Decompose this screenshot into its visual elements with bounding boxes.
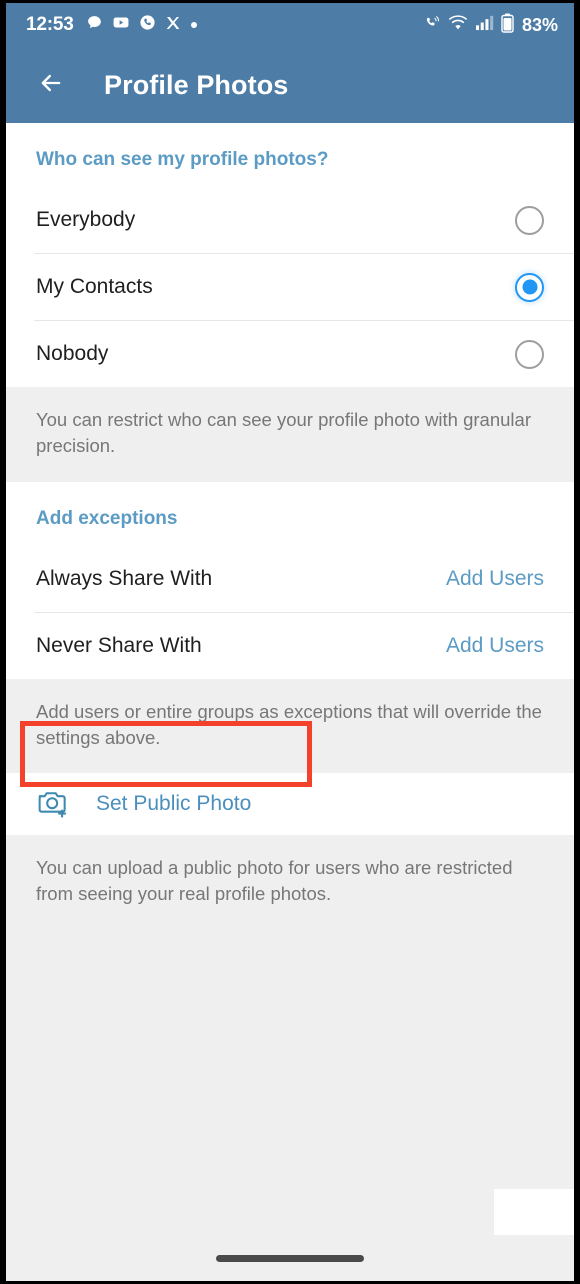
status-bar: 12:53 83% (6, 3, 574, 47)
back-button[interactable] (30, 64, 72, 106)
set-public-photo-label: Set Public Photo (96, 792, 252, 816)
row-label: Always Share With (36, 566, 213, 590)
battery-icon (501, 13, 514, 38)
phone-circle-icon (139, 14, 156, 36)
option-label: Nobody (36, 342, 109, 365)
exceptions-hint: Add users or entire groups as exceptions… (6, 678, 574, 774)
exceptions-card: Add exceptions Always Share With Add Use… (6, 481, 574, 679)
radio-my-contacts[interactable] (515, 272, 544, 302)
status-bar-left: 12:53 (26, 14, 422, 36)
wifi-icon (448, 14, 468, 36)
radio-everybody[interactable] (515, 205, 544, 235)
option-row-everybody[interactable]: Everybody (6, 187, 574, 253)
radio-nobody[interactable] (515, 339, 544, 369)
add-users-link-never[interactable]: Add Users (446, 634, 544, 658)
option-row-my-contacts[interactable]: My Contacts (6, 254, 574, 320)
option-label: My Contacts (36, 275, 153, 298)
gesture-home-bar[interactable] (216, 1254, 364, 1262)
visibility-hint: You can restrict who can see your profil… (6, 387, 574, 482)
set-public-photo-row[interactable]: Set Public Photo (6, 773, 574, 836)
gesture-navigation-area (6, 1235, 574, 1281)
row-never-share-with[interactable]: Never Share With Add Users (6, 612, 574, 679)
settings-content: Who can see my profile photos? Everybody… (6, 123, 574, 1281)
exceptions-section-header: Add exceptions (6, 481, 574, 546)
visibility-card: Who can see my profile photos? Everybody… (6, 123, 574, 387)
chat-bubble-icon (86, 14, 103, 36)
row-always-share-with[interactable]: Always Share With Add Users (6, 545, 574, 612)
option-row-nobody[interactable]: Nobody (6, 321, 574, 387)
call-sound-icon (422, 14, 441, 37)
camera-plus-icon (36, 786, 70, 823)
battery-percent: 83% (521, 14, 558, 35)
signal-bars-icon (475, 14, 494, 36)
arrow-left-icon (37, 69, 65, 102)
phone-screen: 12:53 83% Profile Photos Who can see my … (0, 0, 580, 1284)
status-time: 12:53 (26, 14, 74, 35)
add-users-link-always[interactable]: Add Users (446, 567, 544, 591)
public-photo-hint: You can upload a public photo for users … (6, 835, 574, 930)
row-label: Never Share With (36, 633, 202, 657)
option-label: Everybody (36, 208, 136, 231)
x-twitter-icon (165, 15, 181, 36)
visibility-section-header: Who can see my profile photos? (6, 123, 574, 187)
app-bar: Profile Photos (6, 47, 574, 123)
status-bar-right: 83% (422, 13, 558, 38)
youtube-icon (112, 14, 130, 36)
page-title: Profile Photos (104, 69, 289, 100)
dot-icon (190, 16, 198, 34)
